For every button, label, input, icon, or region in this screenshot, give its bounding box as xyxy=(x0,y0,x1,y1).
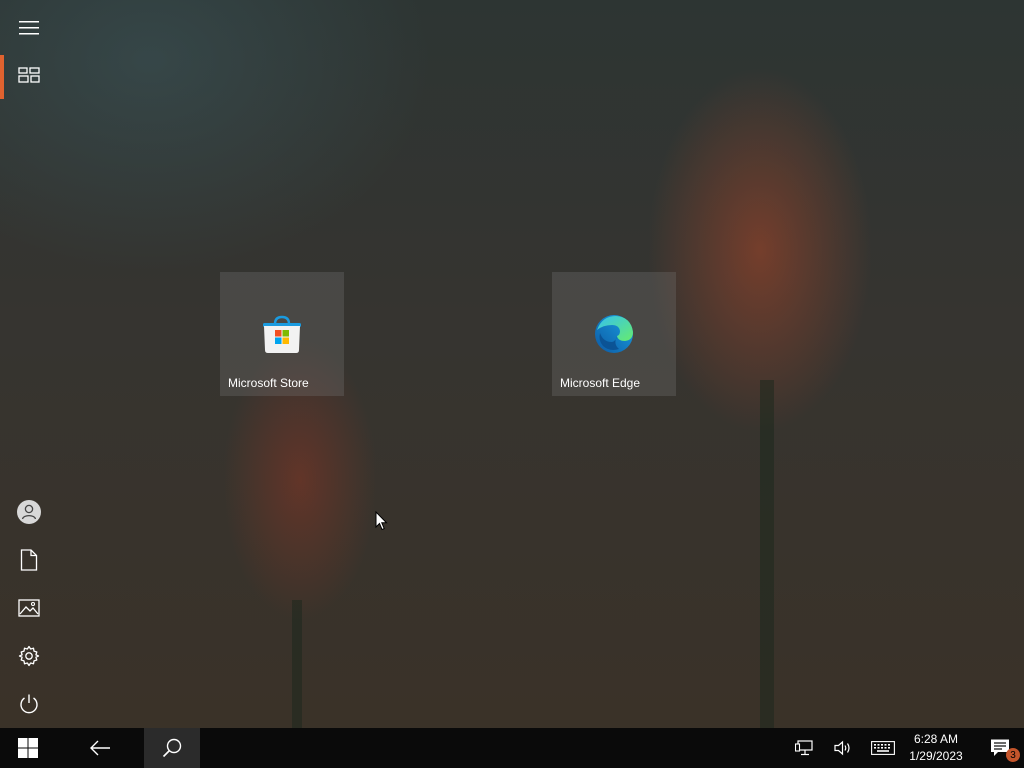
clock-date: 1/29/2023 xyxy=(909,749,963,763)
user-icon xyxy=(17,500,41,524)
start-button[interactable] xyxy=(0,728,56,768)
documents-button[interactable] xyxy=(0,536,58,584)
tile-microsoft-store[interactable]: Microsoft Store xyxy=(220,272,344,396)
all-apps-button[interactable] xyxy=(0,51,58,99)
network-icon xyxy=(795,740,813,756)
volume-icon xyxy=(834,740,850,756)
volume-button[interactable] xyxy=(829,728,857,768)
store-icon xyxy=(263,315,301,353)
mouse-cursor-icon xyxy=(375,511,388,531)
tile-microsoft-edge[interactable]: Microsoft Edge xyxy=(552,272,676,396)
search-icon xyxy=(162,738,182,758)
pictures-icon xyxy=(18,599,40,617)
settings-button[interactable] xyxy=(0,632,58,680)
power-button[interactable] xyxy=(0,680,58,728)
expand-button[interactable] xyxy=(0,4,58,52)
windows-icon xyxy=(18,738,38,758)
tile-label: Microsoft Edge xyxy=(560,376,641,390)
network-button[interactable] xyxy=(790,728,818,768)
taskbar: 6:28 AM 1/29/2023 3 xyxy=(0,728,1024,768)
pictures-button[interactable] xyxy=(0,584,58,632)
back-icon xyxy=(90,740,110,756)
taskbar-clock[interactable]: 6:28 AM 1/29/2023 xyxy=(900,728,972,768)
clock-time: 6:28 AM xyxy=(913,732,959,746)
notification-badge: 3 xyxy=(1006,748,1020,762)
keyboard-icon xyxy=(871,741,895,755)
power-icon xyxy=(20,694,38,714)
action-center-button[interactable]: 3 xyxy=(976,728,1024,768)
tiles-icon xyxy=(18,67,40,83)
touch-keyboard-button[interactable] xyxy=(866,728,900,768)
document-icon xyxy=(20,549,38,571)
desktop-wallpaper: Microsoft Store Microsoft Edge xyxy=(0,0,1024,728)
user-button[interactable] xyxy=(0,488,58,536)
wallpaper-stem xyxy=(760,380,774,728)
edge-icon xyxy=(595,315,633,353)
back-button[interactable] xyxy=(72,728,128,768)
start-rail xyxy=(0,0,58,728)
tile-label: Microsoft Store xyxy=(228,376,309,390)
hamburger-icon xyxy=(19,21,39,35)
search-button[interactable] xyxy=(144,728,200,768)
wallpaper-stem xyxy=(292,600,302,728)
gear-icon xyxy=(18,645,40,667)
